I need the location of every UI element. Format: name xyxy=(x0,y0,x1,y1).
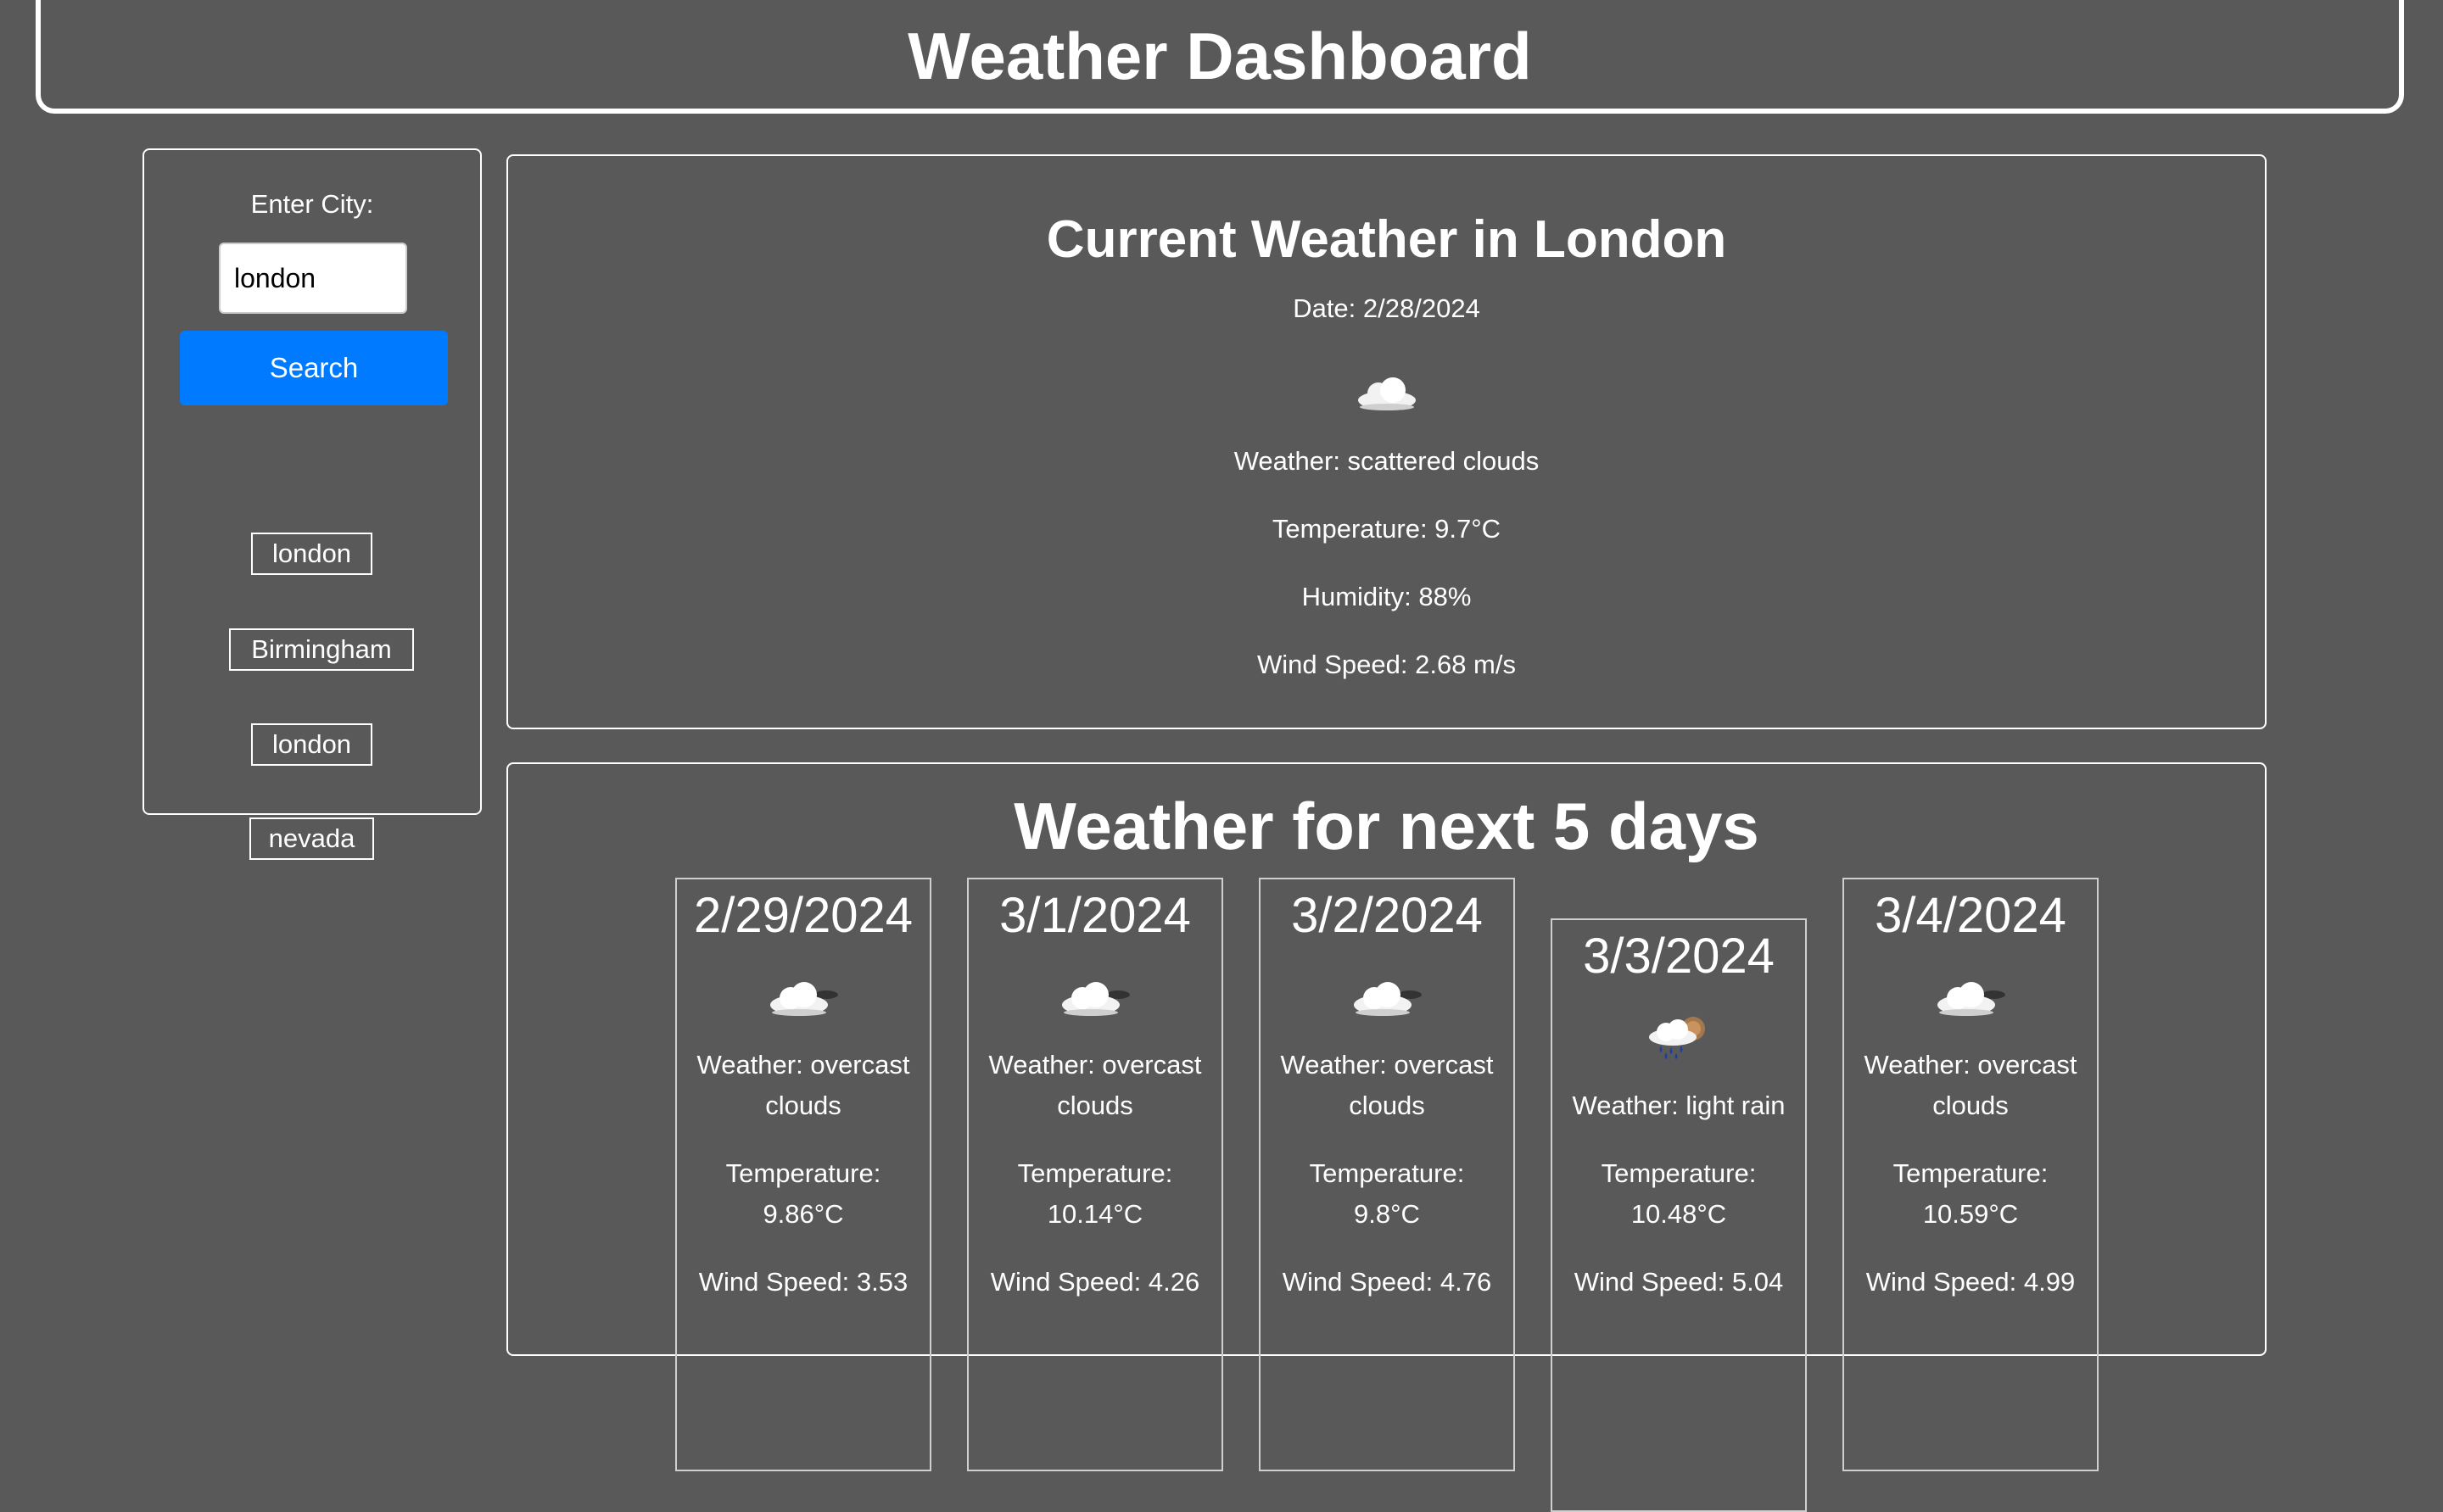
current-humidity: Humidity: 88% xyxy=(1301,582,1472,611)
forecast-weather-line1: Weather: overcast xyxy=(988,1050,1202,1080)
forecast-temp-label: Temperature: xyxy=(1601,1158,1757,1188)
history-item-london[interactable]: london xyxy=(251,533,372,575)
forecast-weather-line2: clouds xyxy=(1057,1091,1133,1120)
forecast-weather-line1: Weather: overcast xyxy=(1864,1050,2077,1080)
forecast-weather-line1: Weather: overcast xyxy=(696,1050,910,1080)
forecast-card: 3/1/2024 Weather: overcast clouds Temper… xyxy=(967,878,1223,1471)
forecast-date: 2/29/2024 xyxy=(693,888,914,943)
forecast-weather-line2: clouds xyxy=(765,1091,841,1120)
forecast-date: 3/1/2024 xyxy=(999,888,1191,943)
forecast-card: 3/2/2024 Weather: overcast clouds Temper… xyxy=(1259,878,1515,1471)
forecast-card: 2/29/2024 Weather: overcast clouds Tempe… xyxy=(675,878,931,1471)
city-label: Enter City: xyxy=(250,189,374,219)
forecast-weather-line1: Weather: overcast xyxy=(1280,1050,1494,1080)
forecast-weather-line2: clouds xyxy=(1349,1091,1425,1120)
forecast-panel: Weather for next 5 days 2/29/2024 Weathe… xyxy=(506,762,2267,1512)
forecast-weather-line1: Weather: light rain xyxy=(1572,1091,1786,1120)
forecast-temp-label: Temperature: xyxy=(1892,1158,2049,1188)
overcast-clouds-icon xyxy=(1937,982,2005,1016)
search-button[interactable]: Search xyxy=(180,331,448,405)
forecast-weather-line2: clouds xyxy=(1932,1091,2009,1120)
forecast-wind: Wind Speed: 3.53 xyxy=(698,1267,908,1297)
current-temperature: Temperature: 9.7°C xyxy=(1272,514,1501,544)
forecast-temp-value: 10.14°C xyxy=(1047,1199,1143,1229)
forecast-temp-label: Temperature: xyxy=(725,1158,881,1188)
forecast-wind: Wind Speed: 5.04 xyxy=(1574,1267,1784,1297)
city-input[interactable] xyxy=(219,243,407,314)
history-item-birmingham[interactable]: Birmingham xyxy=(229,628,414,671)
forecast-date: 3/3/2024 xyxy=(1583,929,1775,984)
forecast-wind: Wind Speed: 4.26 xyxy=(990,1267,1200,1297)
overcast-clouds-icon xyxy=(770,982,838,1016)
forecast-date: 3/4/2024 xyxy=(1875,888,2066,943)
page-header: Weather Dashboard xyxy=(36,0,2404,114)
forecast-temp-label: Temperature: xyxy=(1309,1158,1465,1188)
forecast-temp-label: Temperature: xyxy=(1017,1158,1173,1188)
current-weather-panel: Current Weather in London Date: 2/28/202… xyxy=(506,154,2267,729)
current-weather-title: Current Weather in London xyxy=(1046,210,1727,269)
history-item-london-2[interactable]: london xyxy=(251,723,372,766)
history-item-nevada[interactable]: nevada xyxy=(249,817,374,860)
forecast-card: 3/3/2024 Weather: light rain Temperature… xyxy=(1551,918,1807,1512)
cloud-icon xyxy=(1357,377,1416,410)
overcast-clouds-icon xyxy=(1354,982,1422,1016)
forecast-title: Weather for next 5 days xyxy=(1014,789,1759,863)
current-wind-speed: Wind Speed: 2.68 m/s xyxy=(1257,650,1516,679)
forecast-temp-value: 9.86°C xyxy=(763,1199,844,1229)
light-rain-icon xyxy=(1649,1017,1705,1059)
current-date: Date: 2/28/2024 xyxy=(1293,293,1480,323)
search-sidebar: Enter City: Search london Birmingham lon… xyxy=(143,148,482,860)
page-title: Weather Dashboard xyxy=(908,19,1532,93)
current-weather-desc: Weather: scattered clouds xyxy=(1233,446,1540,476)
forecast-temp-value: 10.48°C xyxy=(1630,1199,1727,1229)
forecast-card: 3/4/2024 Weather: overcast clouds Temper… xyxy=(1842,878,2099,1471)
forecast-temp-value: 9.8°C xyxy=(1354,1199,1420,1229)
forecast-temp-value: 10.59°C xyxy=(1922,1199,2019,1229)
overcast-clouds-icon xyxy=(1062,982,1130,1016)
forecast-date: 3/2/2024 xyxy=(1291,888,1483,943)
forecast-wind: Wind Speed: 4.76 xyxy=(1282,1267,1492,1297)
forecast-wind: Wind Speed: 4.99 xyxy=(1865,1267,2076,1297)
